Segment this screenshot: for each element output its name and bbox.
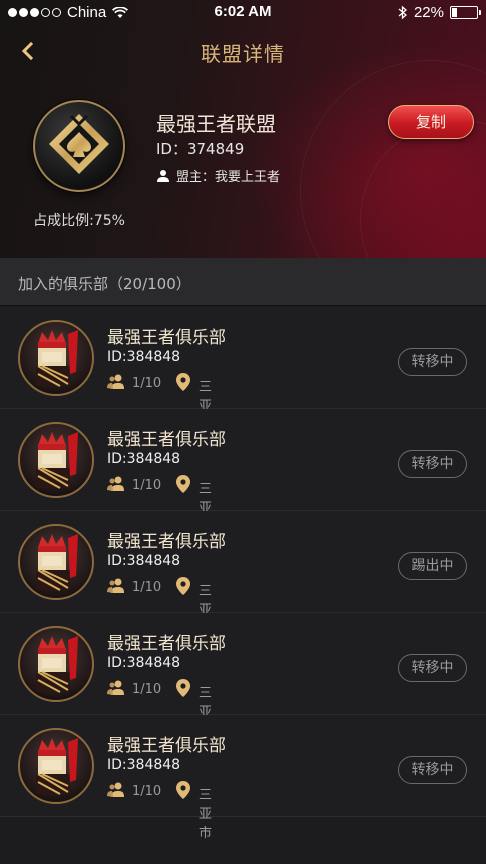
club-name: 最强王者俱乐部	[107, 430, 226, 450]
location-pin-icon	[176, 679, 190, 697]
club-id: ID:384848	[107, 757, 181, 773]
club-status-button[interactable]: 踢出中	[398, 552, 467, 580]
club-name: 最强王者俱乐部	[107, 634, 226, 654]
location-pin-icon	[176, 475, 190, 493]
battery-percent: 22%	[413, 4, 444, 21]
club-members: 1/10	[132, 784, 162, 799]
alliance-logo	[33, 100, 125, 192]
members-icon	[107, 578, 124, 593]
copy-button[interactable]: 复制	[388, 105, 474, 139]
club-row[interactable]: 最强王者俱乐部 ID:384848 1/10 三亚市 转移中	[0, 409, 486, 535]
club-name: 最强王者俱乐部	[107, 736, 226, 756]
user-icon	[157, 169, 169, 182]
status-bar: China 6:02 AM 22%	[0, 0, 486, 26]
club-status-button[interactable]: 转移中	[398, 348, 467, 376]
alliance-id: ID：374849	[156, 140, 245, 158]
club-id: ID:384848	[107, 451, 181, 467]
spade-diamond-icon	[49, 114, 109, 174]
club-row[interactable]: 最强王者俱乐部 ID:384848 1/10 三亚市 转移中	[0, 613, 486, 739]
leader-label: 盟主：我要上王者	[176, 170, 281, 185]
nav-bar: 联盟详情	[0, 30, 486, 74]
clubs-section-title: 加入的俱乐部（20/100）	[18, 275, 191, 293]
club-avatar	[18, 422, 94, 498]
club-row[interactable]: 最强王者俱乐部 ID:384848 1/10 三亚市 转移中	[0, 307, 486, 433]
alliance-header: China 6:02 AM 22% 联盟详情 占成比例:75% 最强王者联盟 I…	[0, 0, 486, 258]
members-icon	[107, 374, 124, 389]
club-id: ID:384848	[107, 349, 181, 365]
king-card-icon	[36, 432, 78, 489]
club-row[interactable]: 最强王者俱乐部 ID:384848 1/10 三亚市 转移中	[0, 715, 486, 841]
bluetooth-icon	[398, 5, 407, 20]
location-pin-icon	[176, 577, 190, 595]
club-avatar	[18, 320, 94, 396]
club-name: 最强王者俱乐部	[107, 328, 226, 348]
club-members: 1/10	[132, 478, 162, 493]
king-card-icon	[36, 636, 78, 693]
club-avatar	[18, 524, 94, 600]
club-avatar	[18, 626, 94, 702]
clubs-section-header: 加入的俱乐部（20/100）	[0, 258, 486, 306]
club-members: 1/10	[132, 580, 162, 595]
alliance-name: 最强王者联盟	[156, 112, 276, 136]
club-members: 1/10	[132, 376, 162, 391]
club-name: 最强王者俱乐部	[107, 532, 226, 552]
king-card-icon	[36, 738, 78, 795]
page-title: 联盟详情	[201, 42, 285, 66]
king-card-icon	[36, 330, 78, 387]
club-id: ID:384848	[107, 553, 181, 569]
location-pin-icon	[176, 373, 190, 391]
king-card-icon	[36, 534, 78, 591]
alliance-leader: 盟主：我要上王者	[156, 166, 280, 185]
club-id: ID:384848	[107, 655, 181, 671]
club-status-button[interactable]: 转移中	[398, 654, 467, 682]
club-avatar	[18, 728, 94, 804]
battery-icon	[450, 6, 481, 19]
members-icon	[107, 782, 124, 797]
club-status-button[interactable]: 转移中	[398, 756, 467, 784]
club-status-button[interactable]: 转移中	[398, 450, 467, 478]
club-list: 最强王者俱乐部 ID:384848 1/10 三亚市 转移中	[0, 307, 486, 841]
members-icon	[107, 680, 124, 695]
club-members: 1/10	[132, 682, 162, 697]
club-row[interactable]: 最强王者俱乐部 ID:384848 1/10 三亚市 踢出中	[0, 511, 486, 637]
members-icon	[107, 476, 124, 491]
share-ratio: 占成比例:75%	[33, 213, 125, 229]
location-pin-icon	[176, 781, 190, 799]
club-city: 三亚市	[199, 788, 213, 841]
